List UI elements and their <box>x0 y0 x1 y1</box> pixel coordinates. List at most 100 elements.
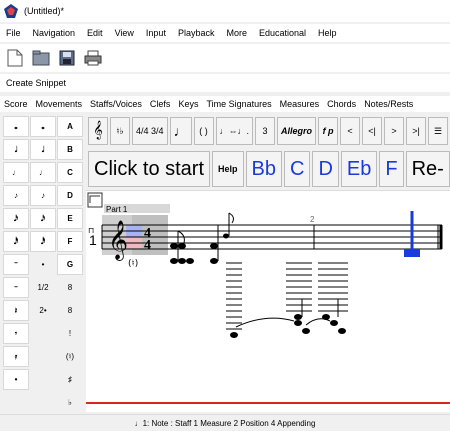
staff-marker-icon: ⊓ <box>88 226 94 235</box>
crescendo-end-button[interactable]: <| <box>362 117 383 145</box>
half-rest-button[interactable]: 𝄼 <box>3 277 29 298</box>
status-text: 1: Note : Staff 1 Measure 2 Position 4 A… <box>142 418 316 428</box>
eighth-rest-button[interactable]: 𝄾 <box>3 323 29 344</box>
open-folder-icon[interactable] <box>30 47 52 69</box>
menu-bar: File Navigation Edit View Input Playback… <box>0 24 450 42</box>
triplet-button[interactable]: 3 <box>255 117 276 145</box>
status-bar: ♩ 1: Note : Staff 1 Measure 2 Position 4… <box>0 414 450 431</box>
note-e-button[interactable]: E <box>57 208 83 229</box>
window-title: (Untitled)* <box>24 6 65 16</box>
click-to-start-button[interactable]: Click to start <box>88 151 211 187</box>
cautionary-button[interactable]: ! <box>57 323 83 344</box>
octave-up-button[interactable]: 8 <box>57 277 83 298</box>
whole-note-button[interactable]: 𝅝 <box>3 116 29 137</box>
half-note-button[interactable]: 𝅗𝅥 <box>3 139 29 160</box>
note-d-button[interactable]: D <box>57 185 83 206</box>
dot-toggle-button[interactable]: • <box>30 254 56 275</box>
time-signature-button[interactable]: 4/4 3/4 <box>132 117 168 145</box>
part-label: Part 1 <box>106 205 128 214</box>
menu-navigation[interactable]: Navigation <box>27 28 82 38</box>
print-icon[interactable] <box>82 47 104 69</box>
score-area[interactable]: Part 1 1 ⊓ 𝄞 4 4 (♮) 2 <box>86 190 450 412</box>
tab-clefs[interactable]: Clefs <box>146 96 175 112</box>
tab-notes-rests[interactable]: Notes/Rests <box>360 96 417 112</box>
key-signature-button[interactable]: ♮♭ <box>110 117 130 145</box>
score-canvas[interactable]: Part 1 1 ⊓ 𝄞 4 4 (♮) 2 <box>86 191 450 403</box>
tab-score[interactable]: Score <box>0 96 32 112</box>
tempo-button[interactable]: Allegro <box>277 117 317 145</box>
note-a-button[interactable]: A <box>57 116 83 137</box>
double-dot-button[interactable]: 2• <box>30 300 56 321</box>
menu-more[interactable]: More <box>220 28 253 38</box>
note-entry-row: Click to start Help Bb C D Eb F Re- <box>86 149 450 189</box>
dynamics-button[interactable]: f p <box>318 117 339 145</box>
note-g-button[interactable]: G <box>57 254 83 275</box>
tab-movements[interactable]: Movements <box>32 96 87 112</box>
menu-file[interactable]: File <box>0 28 27 38</box>
flat-button[interactable]: ♭ <box>57 392 83 413</box>
insert-thirtysecond-button[interactable]: 𝅘𝅥𝅰 <box>30 231 56 252</box>
help-button[interactable]: Help <box>212 151 244 187</box>
whole-rest-button[interactable]: 𝄻 <box>3 254 29 275</box>
cursor-note-head <box>404 249 420 257</box>
note-f-button[interactable]: F <box>57 231 83 252</box>
note-palette: 𝅝 𝅗𝅥 ♩ ♪ 𝅘𝅥𝅯 𝅘𝅥𝅰 𝄻 𝄼 𝄽 𝄾 𝄿 • 𝅝 𝅗𝅥 ♩ ♪ 𝅘𝅥… <box>0 114 86 414</box>
insert-half-button[interactable]: 𝅗𝅥 <box>30 139 56 160</box>
menu-edit[interactable]: Edit <box>81 28 109 38</box>
insert-eighth-button[interactable]: ♪ <box>30 185 56 206</box>
tab-measures[interactable]: Measures <box>276 96 324 112</box>
palette-tabs: Score Movements Staffs/Voices Clefs Keys… <box>0 96 450 112</box>
note-c-entry-button[interactable]: C <box>284 151 311 187</box>
playback-range-line <box>86 402 450 404</box>
menu-view[interactable]: View <box>109 28 140 38</box>
note-d-entry-button[interactable]: D <box>312 151 339 187</box>
sharp-button[interactable]: ♯ <box>57 369 83 390</box>
diminuendo-end-button[interactable]: >| <box>406 117 427 145</box>
half-duration-button[interactable]: 1/2 <box>30 277 56 298</box>
status-note-icon: ♩ <box>134 418 143 428</box>
eighth-note-button[interactable]: ♪ <box>3 185 29 206</box>
tab-time-signatures[interactable]: Time Signatures <box>202 96 275 112</box>
note-c-button[interactable]: C <box>57 162 83 183</box>
note-bb-button[interactable]: Bb <box>245 151 283 187</box>
tab-chords[interactable]: Chords <box>323 96 360 112</box>
menu-input[interactable]: Input <box>140 28 172 38</box>
create-snippet-button[interactable]: Create Snippet <box>0 78 66 88</box>
natural-button[interactable]: (♮) <box>57 346 83 367</box>
menu-help[interactable]: Help <box>312 28 343 38</box>
snippet-row: Create Snippet <box>0 74 450 92</box>
thirtysecond-note-button[interactable]: 𝅘𝅥𝅰 <box>3 231 29 252</box>
quarter-rest-button[interactable]: 𝄽 <box>3 300 29 321</box>
crescendo-button[interactable]: < <box>340 117 361 145</box>
note-button[interactable]: ♩ <box>169 117 192 145</box>
clef-button[interactable]: 𝄞 <box>88 117 108 145</box>
tab-staffs-voices[interactable]: Staffs/Voices <box>86 96 146 112</box>
sixteenth-rest-button[interactable]: 𝄿 <box>3 346 29 367</box>
new-file-icon[interactable] <box>4 47 26 69</box>
rest-button[interactable]: Re- <box>405 151 450 187</box>
slur-button[interactable]: ( ) <box>193 117 214 145</box>
quarter-note-button[interactable]: ♩ <box>3 162 29 183</box>
treble-clef-icon: 𝄞 <box>108 220 128 261</box>
save-icon[interactable] <box>56 47 78 69</box>
title-bar: (Untitled)* <box>0 0 450 22</box>
app-icon <box>4 4 18 18</box>
main-toolbar <box>0 44 450 72</box>
dot-button[interactable]: • <box>3 369 29 390</box>
octave-down-button[interactable]: 8 <box>57 300 83 321</box>
diminuendo-button[interactable]: > <box>384 117 405 145</box>
menu-educational[interactable]: Educational <box>253 28 312 38</box>
menu-playback[interactable]: Playback <box>172 28 221 38</box>
more-tools-button[interactable]: ☰ <box>428 117 449 145</box>
quick-ribbon: 𝄞 ♮♭ 4/4 3/4 ♩ ( ) ♩⇔♩. 3 Allegro f p < … <box>86 114 450 148</box>
note-eb-button[interactable]: Eb <box>340 151 378 187</box>
note-b-button[interactable]: B <box>57 139 83 160</box>
sixteenth-note-button[interactable]: 𝅘𝅥𝅯 <box>3 208 29 229</box>
insert-sixteenth-button[interactable]: 𝅘𝅥𝅯 <box>30 208 56 229</box>
measure-number: 2 <box>310 215 315 224</box>
insert-quarter-button[interactable]: ♩ <box>30 162 56 183</box>
insert-whole-button[interactable]: 𝅝 <box>30 116 56 137</box>
change-duration-button[interactable]: ♩⇔♩. <box>215 117 254 145</box>
tab-keys[interactable]: Keys <box>174 96 202 112</box>
note-f-entry-button[interactable]: F <box>379 151 404 187</box>
